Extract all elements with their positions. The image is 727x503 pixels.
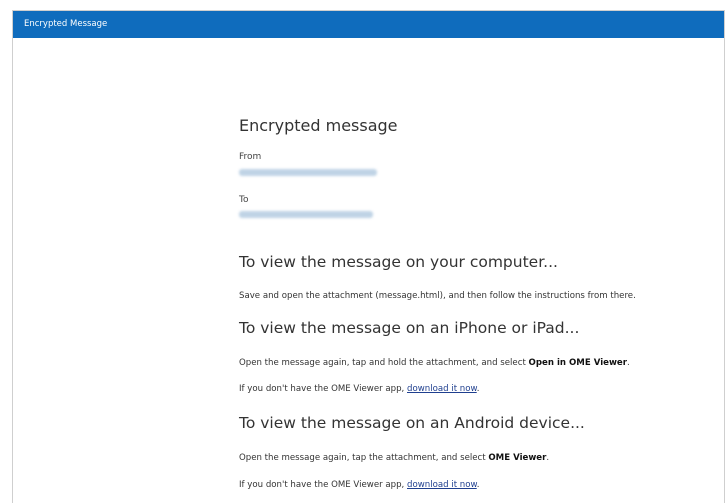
iphone-app-note: If you don't have the OME Viewer app, do…	[239, 384, 480, 394]
window-title: Encrypted Message	[24, 19, 108, 29]
message-window: Encrypted Message Encrypted message From…	[12, 10, 725, 503]
message-heading: Encrypted message	[239, 116, 398, 135]
ome-viewer-label: OME Viewer	[488, 453, 547, 463]
android-download-link[interactable]: download it now	[407, 480, 477, 490]
android-app-note: If you don't have the OME Viewer app, do…	[239, 480, 480, 490]
iphone-download-link[interactable]: download it now	[407, 384, 477, 394]
to-label: To	[239, 195, 249, 205]
computer-instructions: Save and open the attachment (message.ht…	[239, 291, 636, 301]
android-instructions: Open the message again, tap the attachme…	[239, 453, 550, 463]
android-section-heading: To view the message on an Android device…	[239, 414, 585, 432]
open-in-ome-viewer-label: Open in OME Viewer	[528, 358, 627, 368]
sender-address-redacted	[239, 169, 377, 176]
from-label: From	[239, 152, 262, 162]
computer-section-heading: To view the message on your computer...	[239, 253, 558, 271]
iphone-instructions: Open the message again, tap and hold the…	[239, 358, 630, 368]
window-title-bar: Encrypted Message	[13, 11, 724, 38]
recipient-address-redacted	[239, 211, 373, 218]
iphone-section-heading: To view the message on an iPhone or iPad…	[239, 319, 580, 337]
